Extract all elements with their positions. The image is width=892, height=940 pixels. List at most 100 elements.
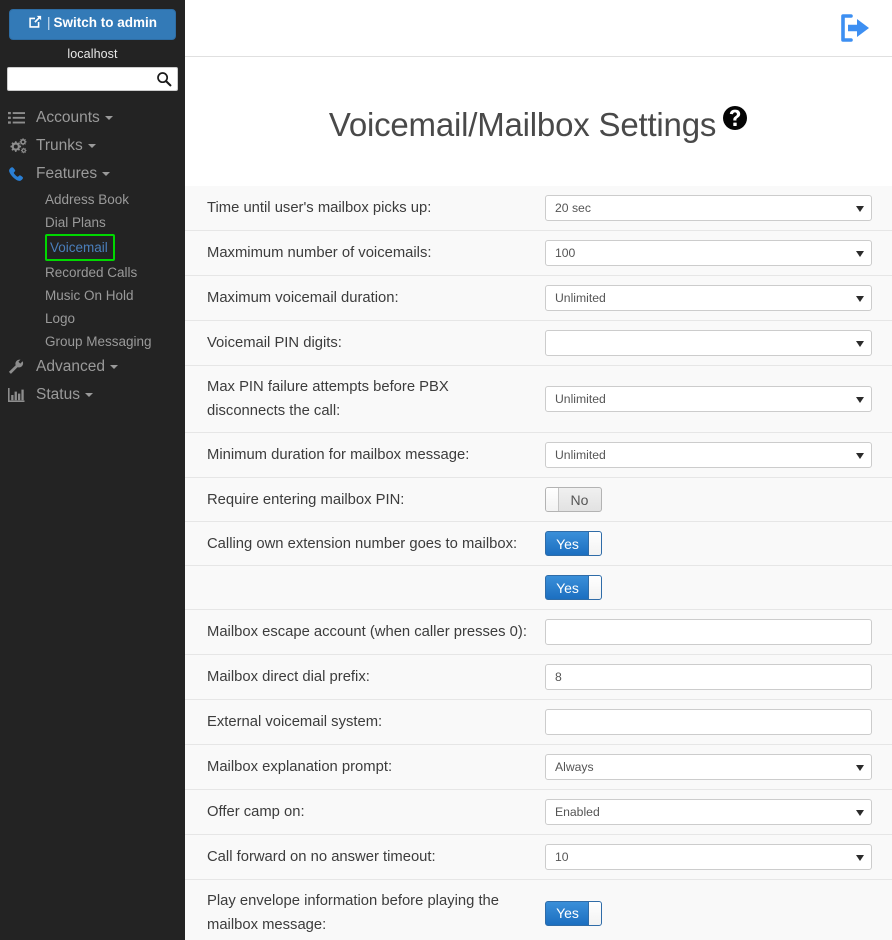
page-title: Voicemail/Mailbox Settings	[185, 79, 892, 164]
form-rows: Time until user's mailbox picks up: 20 s…	[185, 186, 892, 940]
unlabeled-toggle[interactable]: Yes	[545, 575, 602, 601]
sidebar-item-features[interactable]: Features	[0, 160, 185, 188]
mailbox-explanation-prompt-select[interactable]: Always	[545, 754, 872, 781]
form-label: Mailbox direct dial prefix:	[185, 654, 545, 700]
wrench-icon	[8, 359, 30, 375]
form-row-require-mailbox-pin: Require entering mailbox PIN: No	[185, 477, 892, 522]
form-label: Calling own extension number goes to mai…	[185, 521, 545, 566]
sidebar-item-dial-plans[interactable]: Dial Plans	[0, 211, 185, 234]
form-row-mailbox-explanation-prompt: Mailbox explanation prompt: Always	[185, 744, 892, 790]
max-voicemail-duration-select[interactable]: Unlimited	[545, 285, 872, 312]
offer-camp-on-select[interactable]: Enabled	[545, 799, 872, 826]
switch-to-admin-button[interactable]: | Switch to admin	[9, 9, 176, 40]
form-label: Time until user's mailbox picks up:	[207, 200, 432, 217]
sidebar: | Switch to admin localhost Accounts Tru…	[0, 0, 185, 940]
toggle-label: Yes	[556, 535, 579, 552]
form-row-mailbox-direct-dial-prefix: Mailbox direct dial prefix:	[185, 654, 892, 700]
sidebar-item-status[interactable]: Status	[0, 381, 185, 409]
form-row-call-forward-no-answer-timeout: Call forward on no answer timeout: 10	[185, 834, 892, 880]
sidebar-item-trunks[interactable]: Trunks	[0, 132, 185, 160]
sidebar-item-label: Advanced	[36, 358, 105, 375]
sidebar-item-voicemail[interactable]: Voicemail	[45, 234, 115, 261]
chevron-down-icon	[856, 251, 864, 258]
toggle-knob	[588, 901, 601, 925]
form-label: Call forward on no answer timeout:	[185, 834, 545, 880]
sidebar-item-label: Trunks	[36, 137, 83, 154]
form-row-mailbox-pickup-time: Time until user's mailbox picks up: 20 s…	[185, 186, 892, 231]
call-own-extension-toggle[interactable]: Yes	[545, 531, 602, 557]
toggle-label: Yes	[556, 905, 579, 922]
sidebar-item-recorded-calls[interactable]: Recorded Calls	[0, 261, 185, 284]
app-root: | Switch to admin localhost Accounts Tru…	[0, 0, 892, 940]
main-content: Voicemail/Mailbox Settings Time until us…	[185, 0, 892, 940]
sidebar-item-voicemail-row: Voicemail	[0, 234, 185, 261]
form-label: Voicemail PIN digits:	[185, 320, 545, 366]
mailbox-pickup-time-select[interactable]: 20 sec	[545, 195, 872, 222]
sidebar-item-label: Accounts	[36, 109, 100, 126]
play-envelope-info-toggle[interactable]: Yes	[545, 900, 602, 926]
hostname-label: localhost	[67, 47, 118, 61]
select-value: Always	[555, 760, 594, 775]
chevron-down-icon	[856, 810, 864, 817]
sidebar-item-accounts[interactable]: Accounts	[0, 104, 185, 132]
topbar	[185, 0, 892, 57]
select-value: Unlimited	[555, 448, 606, 463]
chevron-down-icon	[856, 296, 864, 303]
toggle-label: Yes	[556, 579, 579, 596]
sidebar-item-label: Features	[36, 165, 98, 182]
form-label: Minimum duration for mailbox message:	[185, 432, 545, 478]
form-row-max-voicemails: Maxmimum number of voicemails: 100	[185, 230, 892, 276]
voicemail-pin-digits-select[interactable]	[545, 330, 872, 357]
mailbox-escape-account-input[interactable]	[545, 619, 872, 646]
call-forward-no-answer-timeout-select[interactable]: 10	[545, 844, 872, 871]
form-row-voicemail-pin-digits: Voicemail PIN digits:	[185, 320, 892, 366]
form-label: Max PIN failure attempts before PBX disc…	[185, 365, 545, 433]
external-link-icon	[28, 15, 42, 33]
switch-admin-container: | Switch to admin	[0, 5, 185, 40]
sign-out-icon[interactable]	[832, 8, 872, 48]
search-container	[0, 67, 185, 91]
form-label: External voicemail system:	[185, 699, 545, 745]
toggle-label: No	[570, 491, 589, 508]
search-input[interactable]	[8, 68, 177, 90]
page-title-text: Voicemail/Mailbox Settings	[328, 106, 717, 144]
search-box[interactable]	[7, 67, 178, 91]
min-mailbox-message-duration-select[interactable]: Unlimited	[545, 442, 872, 469]
sidebar-item-address-book[interactable]: Address Book	[0, 188, 185, 211]
form-row-mailbox-escape-account: Mailbox escape account (when caller pres…	[185, 609, 892, 655]
form-label: Maxmimum number of voicemails:	[185, 230, 545, 276]
form-row-max-voicemail-duration: Maximum voicemail duration: Unlimited	[185, 275, 892, 321]
chevron-down-icon	[856, 765, 864, 772]
toggle-knob	[588, 576, 601, 600]
sidebar-item-music-on-hold[interactable]: Music On Hold	[0, 284, 185, 307]
sidebar-nav: Accounts Trunks Features Address Book Di…	[0, 104, 185, 409]
sidebar-item-advanced[interactable]: Advanced	[0, 353, 185, 381]
max-voicemails-select[interactable]: 100	[545, 240, 872, 267]
sidebar-item-group-messaging[interactable]: Group Messaging	[0, 330, 185, 353]
mailbox-direct-dial-prefix-input[interactable]	[545, 664, 872, 691]
chevron-down-icon	[856, 397, 864, 404]
chevron-down-icon	[856, 206, 864, 213]
sidebar-item-logo[interactable]: Logo	[0, 307, 185, 330]
form-row-unlabeled-toggle: Yes	[185, 565, 892, 610]
form-label: Require entering mailbox PIN:	[185, 477, 545, 522]
chevron-down-icon	[87, 144, 96, 148]
max-pin-failures-select[interactable]: Unlimited	[545, 386, 872, 413]
switch-admin-label: Switch to admin	[53, 15, 158, 30]
form-row-max-pin-failures: Max PIN failure attempts before PBX disc…	[185, 365, 892, 433]
select-value: 10	[555, 850, 569, 865]
question-circle-icon[interactable]	[722, 99, 748, 141]
require-mailbox-pin-toggle[interactable]: No	[545, 487, 602, 513]
form-label: Maximum voicemail duration:	[185, 275, 545, 321]
cogs-icon	[8, 138, 30, 154]
chevron-down-icon	[102, 172, 111, 176]
form-row-call-own-extension: Calling own extension number goes to mai…	[185, 521, 892, 566]
search-icon	[156, 71, 172, 87]
select-value: Unlimited	[555, 392, 606, 407]
select-value: Enabled	[555, 805, 600, 820]
chevron-down-icon	[104, 116, 113, 120]
voicemail-settings-form: Time until user's mailbox picks up: 20 s…	[185, 186, 892, 940]
chevron-down-icon	[84, 393, 93, 397]
switch-admin-separator: |	[46, 15, 51, 30]
external-voicemail-system-input[interactable]	[545, 709, 872, 736]
